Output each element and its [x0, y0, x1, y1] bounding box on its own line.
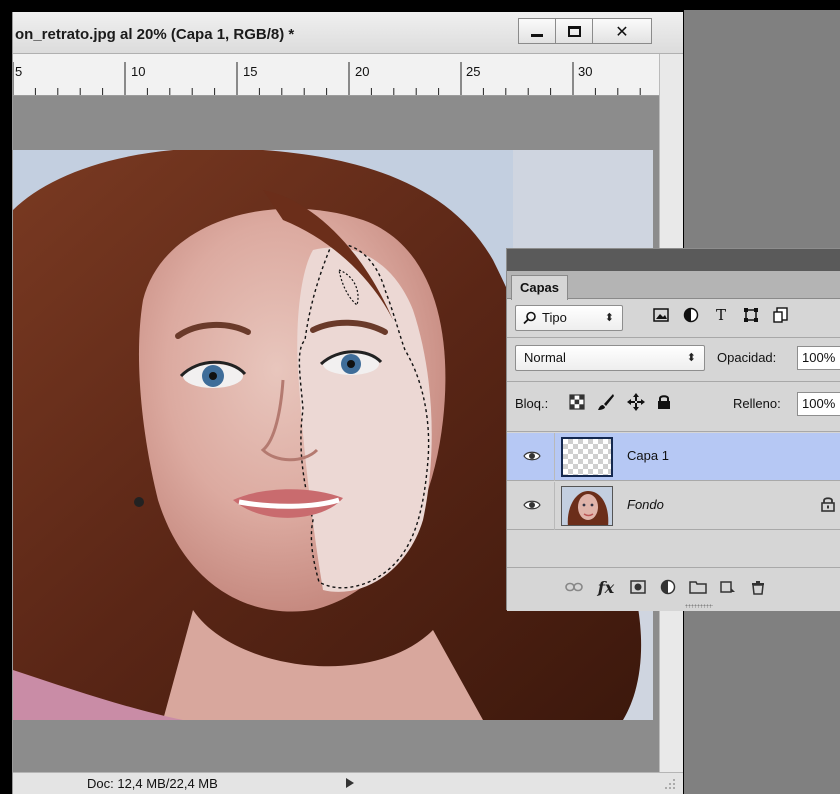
layer-style-fx-icon[interactable]: fx: [595, 578, 617, 597]
separator: [507, 431, 840, 432]
opacity-field[interactable]: 100%: [797, 346, 840, 370]
updown-icon: ⬍: [686, 352, 696, 364]
link-layers-icon[interactable]: [565, 578, 583, 596]
layer-name: Fondo: [627, 497, 664, 512]
smart-object-filter-icon[interactable]: [773, 307, 789, 323]
visibility-cell[interactable]: [507, 433, 555, 481]
lock-row: Bloq.: Relleno: 100%: [507, 387, 840, 421]
maximize-button[interactable]: [555, 18, 593, 44]
document-title-bar[interactable]: on_retrato.jpg al 20% (Capa 1, RGB/8) * …: [13, 12, 683, 54]
add-mask-icon[interactable]: [629, 578, 647, 596]
photoshop-workspace: on_retrato.jpg al 20% (Capa 1, RGB/8) * …: [0, 0, 840, 794]
new-layer-icon[interactable]: [719, 578, 737, 596]
separator: [507, 381, 840, 382]
layer-row-capa-1[interactable]: Capa 1: [507, 433, 840, 481]
layer-name: Capa 1: [627, 448, 669, 463]
eye-icon: [523, 500, 541, 510]
layers-panel-footer: fx: [507, 567, 840, 611]
blend-mode-value: Normal: [524, 350, 566, 365]
shape-filter-icon[interactable]: [743, 307, 759, 323]
minimize-button[interactable]: [518, 18, 556, 44]
lock-image-pixels-icon[interactable]: [597, 393, 615, 411]
minimize-icon: [531, 33, 543, 37]
visibility-cell[interactable]: [507, 482, 555, 530]
ruler-label-25: 25: [466, 64, 481, 79]
maximize-icon: [567, 25, 581, 37]
ruler-label-20: 20: [355, 64, 370, 79]
updown-icon: ⬍: [604, 312, 614, 324]
layer-thumbnail-portrait: [561, 486, 613, 526]
image-filter-icon[interactable]: [653, 307, 669, 323]
ruler-label-15: 15: [243, 64, 258, 79]
search-icon: [523, 311, 536, 325]
layer-filter-row: Tipo ⬍ T: [507, 299, 840, 337]
horizontal-ruler[interactable]: 5 10 15 20 25 30: [13, 54, 659, 96]
layer-thumbnail-transparent: [561, 437, 613, 477]
window-controls: ✕: [518, 18, 652, 44]
lock-transparent-pixels-icon[interactable]: [569, 394, 585, 410]
fill-label: Relleno:: [733, 396, 781, 411]
lock-position-icon[interactable]: [627, 393, 645, 411]
fill-field[interactable]: 100%: [797, 392, 840, 416]
opacity-label: Opacidad:: [717, 350, 777, 365]
type-filter-icon[interactable]: T: [713, 306, 729, 324]
ruler-label-30: 30: [578, 64, 593, 79]
layers-panel: Capas Tipo ⬍ T Normal ⬍ Opacidad: 100% B…: [506, 248, 840, 611]
play-arrow-icon: [346, 778, 354, 788]
close-icon: ✕: [615, 21, 629, 41]
ruler-label-5: 5: [15, 64, 23, 79]
tab-capas[interactable]: Capas: [511, 275, 569, 300]
lock-all-icon[interactable]: [657, 394, 671, 410]
lock-label: Bloq.:: [515, 396, 549, 411]
delete-layer-icon[interactable]: [749, 578, 767, 596]
adjustment-filter-icon[interactable]: [683, 307, 699, 323]
status-menu-button[interactable]: [341, 775, 359, 791]
document-title: on_retrato.jpg al 20% (Capa 1, RGB/8) *: [15, 26, 295, 43]
resize-grip-icon[interactable]: [661, 777, 677, 791]
filter-kind-value: Tipo: [542, 310, 567, 325]
layer-row-fondo[interactable]: Fondo: [507, 482, 840, 530]
new-group-icon[interactable]: [689, 578, 707, 596]
layer-lock-icon: [821, 497, 835, 512]
filter-icons: T: [653, 306, 789, 324]
blend-row: Normal ⬍ Opacidad: 100%: [507, 341, 840, 375]
panel-tabs: Capas: [507, 271, 840, 300]
footer-icons: fx: [565, 578, 767, 597]
status-bar: Doc: 12,4 MB/22,4 MB: [13, 772, 683, 794]
blend-mode-select[interactable]: Normal ⬍: [515, 345, 705, 371]
lock-icons: [569, 393, 671, 411]
close-button[interactable]: ✕: [592, 18, 652, 44]
adjustment-layer-icon[interactable]: [659, 578, 677, 596]
document-size-status: Doc: 12,4 MB/22,4 MB: [87, 776, 218, 791]
panel-header[interactable]: [507, 249, 840, 271]
filter-kind-select[interactable]: Tipo ⬍: [515, 305, 623, 331]
separator: [507, 337, 840, 338]
ruler-label-10: 10: [131, 64, 146, 79]
ruler-ticks: [13, 62, 641, 95]
eye-icon: [523, 451, 541, 461]
panel-resize-grip[interactable]: [685, 604, 713, 608]
